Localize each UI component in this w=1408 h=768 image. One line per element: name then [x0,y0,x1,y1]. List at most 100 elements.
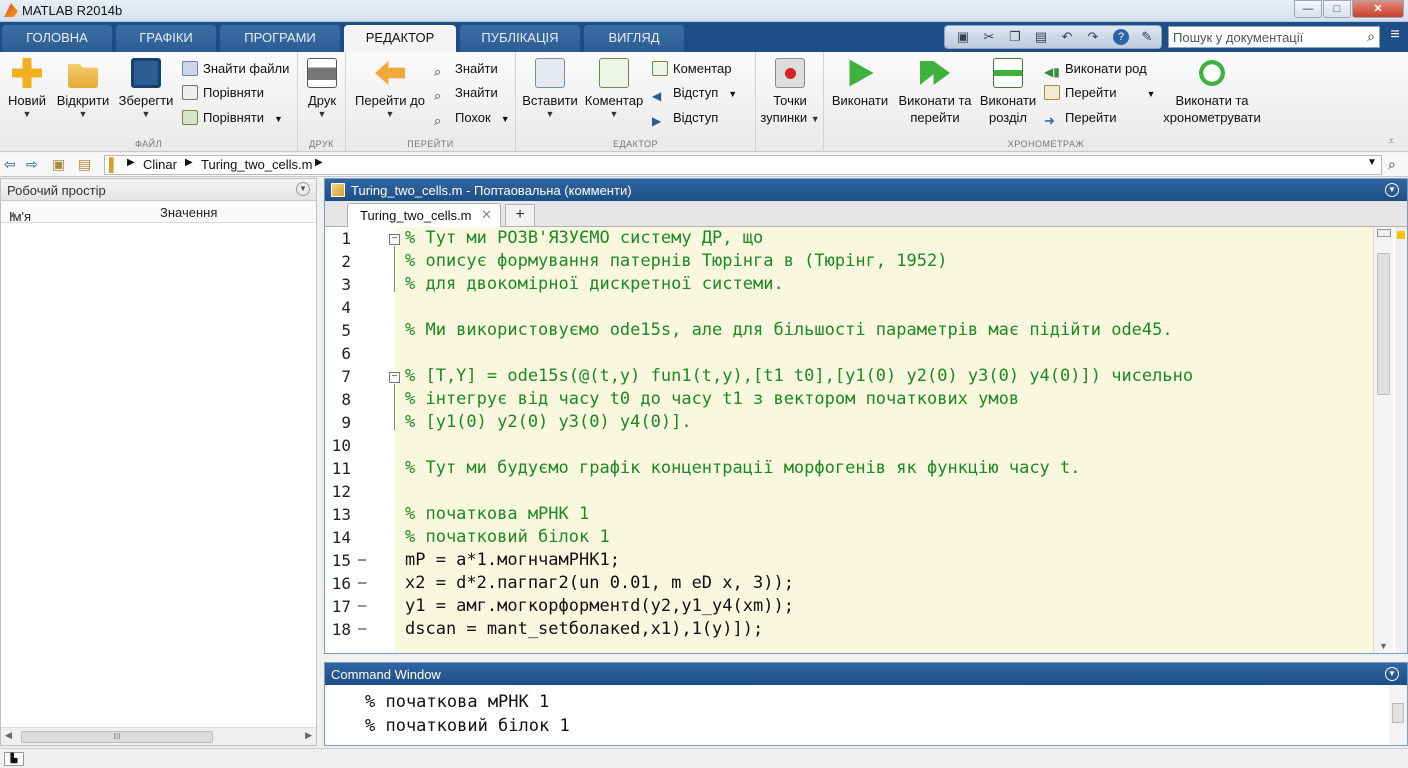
run-advance-button[interactable]: Виконати та перейти [894,58,976,126]
code-line[interactable]: dscan = mant_setболакеd,x1),1(y)]); [405,618,763,641]
code-line[interactable]: % Тут ми РОЗВ'ЯЗУЄМО систему ДР, що [405,227,763,250]
search-icon[interactable]: ⌕ [1367,28,1375,45]
run-and-time-button[interactable]: Виконати та хронометрувати [1160,58,1264,126]
find-next-button[interactable]: ⌕ Знайти [434,82,498,104]
search-input[interactable]: Пошук у документації [1173,30,1303,45]
code-line[interactable]: x2 = d*2.пагпаг2(un 0.01, m eD x, 3)); [405,572,794,595]
chevron-down-icon[interactable]: ▼ [582,109,646,119]
code-line[interactable]: % початковий білок 1 [405,526,610,549]
scroll-left-icon[interactable]: ◀ [5,730,12,741]
compare-dropdown-button[interactable]: Порівняти ▼ [182,107,283,129]
tab-turing-file[interactable]: Turing_two_cells.m ✕ [347,203,501,228]
panel-actions-icon[interactable]: ▼ [1385,183,1399,197]
breadcrumb-file[interactable]: Turing_two_cells.m [201,157,313,172]
folder-search-icon[interactable]: ⌕ [1388,156,1396,173]
comment-big-button[interactable]: Коментар ▼ [582,58,646,119]
chevron-down-icon[interactable]: ▼ [116,109,176,119]
bookmark-button[interactable]: ⌕ Похок ▼ [434,107,510,129]
outdent-button[interactable]: ▶ Відступ [652,107,718,129]
documentation-search[interactable]: Пошук у документації ⌕ [1168,26,1380,48]
tab-editor[interactable]: РЕДАКТОР [344,25,456,53]
forward-arrow-icon[interactable]: ⇨ [26,156,38,173]
chevron-down-icon[interactable]: ▼ [350,109,430,119]
advance-next-button[interactable]: ➜ Перейти [1044,107,1117,129]
maximize-button[interactable]: □ [1323,0,1351,18]
scroll-thumb[interactable]: III [21,731,213,743]
breakpoint-dash[interactable]: – [358,618,366,641]
code-line[interactable]: % Ми використовуємо ode15s, але для біль… [405,319,1173,342]
current-folder-field[interactable]: ▌ ▶ Clinar ▶ Turing_two_cells.m ▶ ▼ [104,155,1382,175]
run-section-button[interactable]: Виконати розділ [976,58,1040,126]
run-button[interactable]: Виконати [828,58,892,109]
panel-actions-icon[interactable]: ▼ [296,182,310,196]
fold-toggle-icon[interactable]: − [389,372,400,383]
run-rod-button[interactable]: ◀▮ Виконати род [1044,58,1147,80]
indent-button[interactable]: ◀ Відступ ▼ [652,82,737,104]
open-button[interactable]: Відкрити ▼ [54,58,112,119]
up-folder-icon[interactable]: ▣ [52,156,65,173]
editor-scrollbar[interactable]: ▼ [1373,227,1393,653]
comment-button[interactable]: Коментар [652,58,731,80]
split-handle[interactable] [1377,229,1391,237]
print-button[interactable]: Друк ▼ [302,58,342,119]
find-button[interactable]: ⌕ Знайти [434,58,498,80]
tab-apps[interactable]: ПРОГРАМИ [220,25,340,52]
breakpoints-button[interactable]: Точки зупинки ▼ [760,58,820,126]
menu-icon[interactable]: ≡ [1386,26,1404,48]
chevron-down-icon[interactable]: ▼ [1367,157,1377,168]
copy-icon[interactable]: ❐ [1007,29,1023,45]
code-line[interactable]: % Тут ми будуємо графік концентрації мор… [405,457,1081,480]
save-icon[interactable]: ▣ [955,29,971,45]
tab-plots[interactable]: ГРАФІКИ [116,25,216,52]
help-icon[interactable]: ? [1113,29,1129,45]
scroll-thumb[interactable] [1377,253,1390,395]
compare-button[interactable]: Порівняти [182,82,264,104]
advance-button[interactable]: Перейти ▼ [1044,82,1155,104]
code-line[interactable]: % [y1(0) y2(0) y3(0) y4(0)]. [405,411,692,434]
chevron-down-icon[interactable]: ▼ [4,109,50,119]
close-button[interactable]: ✕ [1352,0,1404,18]
find-files-button[interactable]: Знайти файли [182,58,289,80]
code-line[interactable]: % описує формування патернів Тюрінга в (… [405,250,947,273]
code-line[interactable]: % початкова мРНК 1 [405,503,589,526]
panel-actions-icon[interactable]: ▼ [1385,667,1399,681]
chevron-down-icon[interactable]: ▼ [520,109,580,119]
new-button[interactable]: Новий ▼ [4,58,50,119]
breadcrumb-clinar[interactable]: Clinar [143,157,177,172]
undo-icon[interactable]: ↶ [1059,29,1075,45]
column-value[interactable]: Значення [160,205,217,220]
chevron-down-icon[interactable]: ▼ [302,109,342,119]
new-tab-button[interactable]: + [505,204,535,226]
chevron-down-icon[interactable]: ▼ [54,109,112,119]
breakpoint-dash[interactable]: – [358,595,366,618]
code-line[interactable]: % інтегрує від часу t0 до часу t1 з вект… [405,388,1019,411]
code-line[interactable]: % для двокомірної дискретної системи. [405,273,784,296]
fold-toggle-icon[interactable]: − [389,234,400,245]
save-button[interactable]: Зберегти ▼ [116,58,176,119]
code-line[interactable]: y1 = амг.могкорформентd(y2,y1_y4(xm)); [405,595,794,618]
tab-home[interactable]: ГОЛОВНА [2,25,112,52]
command-window-scrollbar[interactable] [1389,685,1407,745]
pin-icon[interactable]: ✎ [1139,29,1155,45]
minimize-button[interactable]: — [1294,0,1322,18]
breakpoint-dash[interactable]: – [358,549,366,572]
cut-icon[interactable]: ✂ [981,29,997,45]
code-line[interactable]: % [T,Y] = ode15s(@(t,y) fun1(t,y),[t1 t0… [405,365,1193,388]
breakpoint-dash[interactable]: – [358,572,366,595]
close-icon[interactable]: ✕ [481,207,492,223]
paste-icon[interactable]: ▤ [1033,29,1049,45]
tab-publish[interactable]: ПУБЛІКАЦІЯ [460,25,580,52]
redo-icon[interactable]: ↷ [1085,29,1101,45]
scroll-right-icon[interactable]: ▶ [305,730,312,741]
collapse-ribbon-icon[interactable]: ⩡ [1388,134,1395,149]
workspace-scrollbar[interactable]: ◀ III ▶ [1,727,316,745]
tab-view[interactable]: ВИГЛЯД [584,25,684,52]
scroll-thumb[interactable] [1392,703,1404,723]
insert-button[interactable]: Вставити ▼ [520,58,580,119]
code-line[interactable]: mP = a*1.могнчамРНК1; [405,549,620,572]
browse-folder-icon[interactable]: ▤ [78,156,91,173]
goto-button[interactable]: Перейти до ▼ [350,58,430,119]
back-arrow-icon[interactable]: ⇦ [4,156,16,173]
scroll-down-icon[interactable]: ▼ [1379,641,1388,651]
warning-marker-icon[interactable] [1397,231,1405,239]
